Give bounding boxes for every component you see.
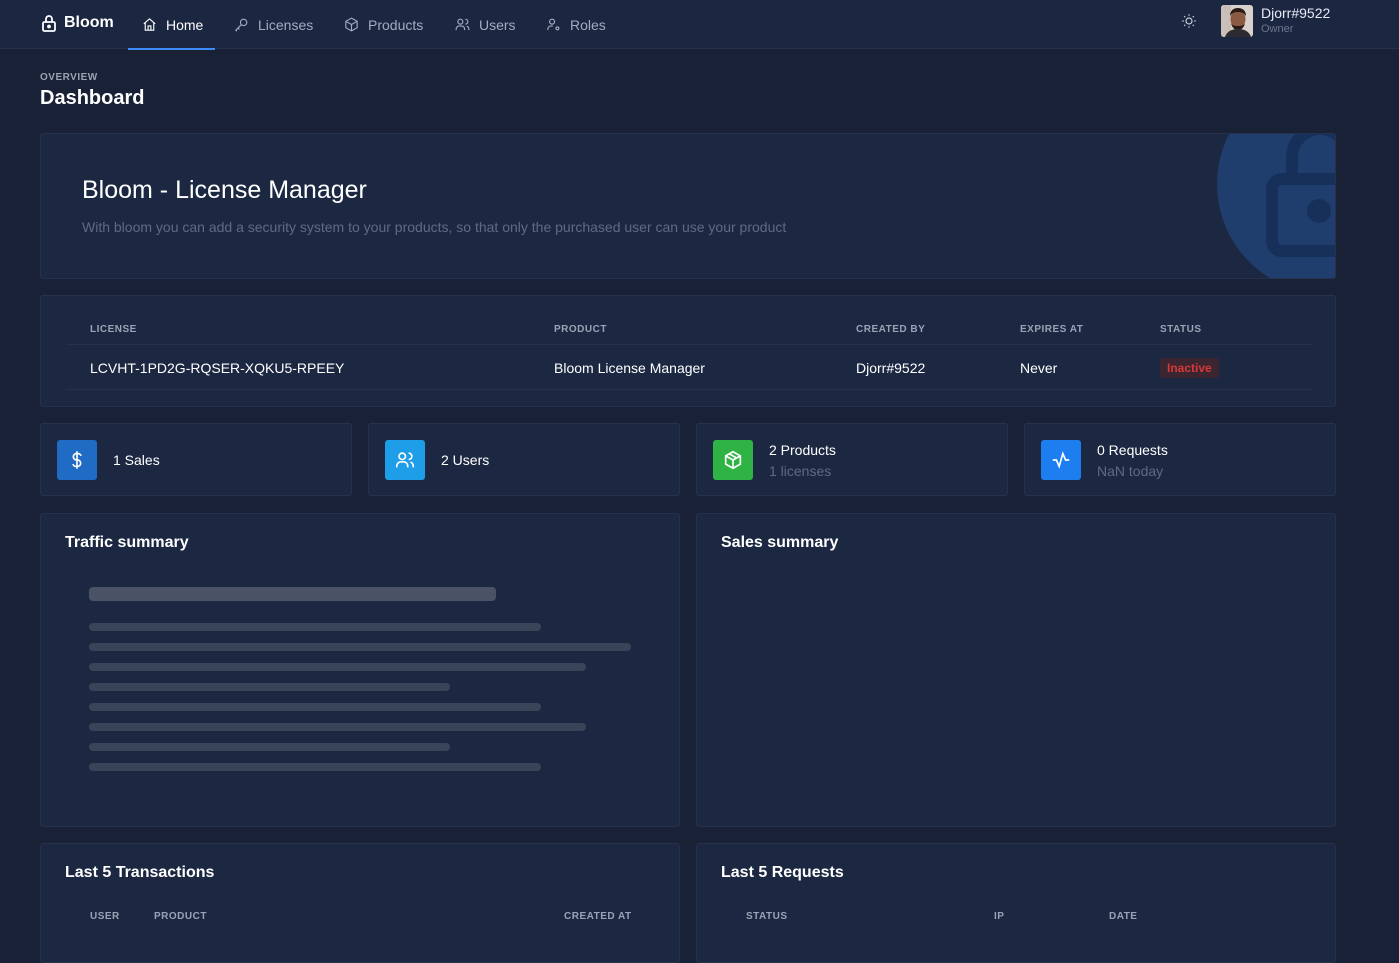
column-header-product: PRODUCT <box>554 324 607 335</box>
hero-title: Bloom - License Manager <box>82 176 367 204</box>
nav-label-home: Home <box>166 16 204 33</box>
nav-item-roles[interactable]: Roles <box>545 0 606 49</box>
nav-label-roles: Roles <box>570 16 606 33</box>
nav-item-licenses[interactable]: Licenses <box>233 0 313 49</box>
stat-users-value: 2 Users <box>441 452 490 468</box>
page-pretitle: OVERVIEW <box>40 72 98 83</box>
requests-card: Last 5 Requests STATUS IP DATE <box>696 843 1336 963</box>
stat-products-sub: 1 licenses <box>769 463 832 479</box>
brand-logo[interactable]: Bloom <box>41 12 114 34</box>
license-table: LICENSE PRODUCT CREATED BY EXPIRES AT ST… <box>40 295 1336 407</box>
top-navbar: Bloom Home Licenses Products Users Roles… <box>0 0 1399 50</box>
license-key: LCVHT-1PD2G-RQSER-XQKU5-RPEEY <box>90 360 345 376</box>
stat-sales-value: 1 Sales <box>113 452 160 468</box>
user-role: Owner <box>1261 23 1294 35</box>
stat-requests-sub: NaN today <box>1097 463 1164 479</box>
key-icon <box>235 18 248 32</box>
panel-title: Last 5 Transactions <box>65 864 215 881</box>
stat-card-users[interactable]: 2 Users <box>368 423 680 496</box>
skeleton-line <box>89 683 450 691</box>
user-name[interactable]: Djorr#9522 <box>1261 5 1330 21</box>
traffic-summary-card: Traffic summary <box>40 513 680 827</box>
table-divider <box>66 389 1312 390</box>
license-product: Bloom License Manager <box>554 360 705 376</box>
nav-item-users[interactable]: Users <box>454 0 516 49</box>
skeleton-line <box>89 743 450 751</box>
box-icon <box>724 450 742 470</box>
lock-icon <box>1217 134 1335 278</box>
skeleton-line <box>89 643 631 651</box>
status-badge: Inactive <box>1160 358 1219 378</box>
stat-icon-box <box>385 440 425 480</box>
stat-icon-box <box>57 440 97 480</box>
users-icon <box>395 452 415 468</box>
stat-icon-box <box>713 440 753 480</box>
column-header-license: LICENSE <box>90 324 137 335</box>
nav-label-users: Users <box>479 16 516 33</box>
nav-item-products[interactable]: Products <box>343 0 423 49</box>
nav-label-licenses: Licenses <box>258 16 314 33</box>
column-header-expires-at: EXPIRES AT <box>1020 324 1084 335</box>
table-divider <box>66 344 1312 345</box>
users-icon <box>455 18 470 31</box>
skeleton-line <box>89 623 541 631</box>
stat-card-sales[interactable]: 1 Sales <box>40 423 352 496</box>
stat-card-products[interactable]: 2 Products 1 licenses <box>696 423 1008 496</box>
brand-name: Bloom <box>64 14 114 31</box>
stat-requests-value: 0 Requests <box>1097 442 1168 458</box>
sales-summary-card: Sales summary <box>696 513 1336 827</box>
box-icon <box>345 17 358 32</box>
column-header-product: PRODUCT <box>154 911 207 922</box>
column-header-status: STATUS <box>746 911 788 922</box>
stat-products-value: 2 Products <box>769 442 836 458</box>
user-role-icon <box>547 18 560 31</box>
page-title: Dashboard <box>40 87 145 109</box>
stat-card-requests[interactable]: 0 Requests NaN today <box>1024 423 1336 496</box>
user-avatar-icon <box>1221 5 1253 37</box>
column-header-created-at: CREATED AT <box>564 911 632 922</box>
panel-title: Sales summary <box>721 534 839 551</box>
column-header-status: STATUS <box>1160 324 1202 335</box>
home-icon <box>143 18 156 31</box>
skeleton-line <box>89 763 541 771</box>
hero-card: Bloom - License Manager With bloom you c… <box>40 133 1336 279</box>
nav-label-products: Products <box>368 16 424 33</box>
panel-title: Last 5 Requests <box>721 864 844 881</box>
column-header-date: DATE <box>1109 911 1138 922</box>
nav-item-home[interactable]: Home <box>127 0 216 50</box>
dollar-icon <box>72 451 82 469</box>
column-header-user: USER <box>90 911 120 922</box>
skeleton-line <box>89 723 586 731</box>
skeleton-line <box>89 663 586 671</box>
license-created-by: Djorr#9522 <box>856 360 926 376</box>
panel-title: Traffic summary <box>65 534 189 551</box>
sun-icon[interactable] <box>1180 12 1198 30</box>
activity-icon <box>1052 451 1070 469</box>
skeleton-line <box>89 703 541 711</box>
stat-icon-box <box>1041 440 1081 480</box>
hero-description: With bloom you can add a security system… <box>82 219 787 235</box>
skeleton-line <box>89 587 496 601</box>
license-expires-at: Never <box>1020 360 1058 376</box>
avatar[interactable] <box>1221 5 1253 37</box>
column-header-created-by: CREATED BY <box>856 324 926 335</box>
transactions-card: Last 5 Transactions USER PRODUCT CREATED… <box>40 843 680 963</box>
column-header-ip: IP <box>994 911 1005 922</box>
lock-icon <box>42 15 56 32</box>
